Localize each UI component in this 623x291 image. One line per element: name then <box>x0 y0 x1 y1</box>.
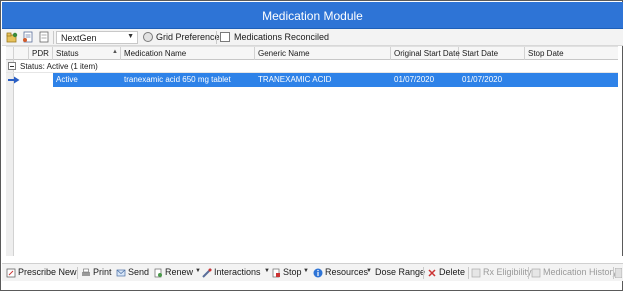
group-label: Status: Active (1 item) <box>20 62 98 71</box>
cell-medication-name: tranexamic acid 650 mg tablet <box>124 75 231 84</box>
send-icon <box>116 269 126 277</box>
selected-row-highlight: Active tranexamic acid 650 mg tablet TRA… <box>53 73 618 87</box>
medication-module-window: Medication Module NextGen ▼ Grid Prefere… <box>0 0 623 291</box>
top-toolbar: NextGen ▼ Grid Preferences Medications R… <box>2 29 623 46</box>
toolbar-separator <box>528 267 529 279</box>
source-select-value: NextGen <box>61 33 97 43</box>
row-selector-header <box>6 47 14 60</box>
group-row-status-active[interactable]: Status: Active (1 item) <box>6 60 618 73</box>
stop-button[interactable]: Stop ▼ <box>271 267 309 279</box>
action-toolbar: Prescribe New Print Send Renew ▼ Interac… <box>2 263 623 281</box>
column-header-status[interactable]: Status ▲ <box>53 47 121 60</box>
dose-range-button[interactable]: Dose Range <box>375 267 425 279</box>
gear-icon <box>143 32 153 42</box>
prescribe-new-icon <box>6 268 16 278</box>
medications-reconciled-checkbox[interactable] <box>220 32 230 42</box>
medication-history-button[interactable]: Medication History <box>531 267 617 279</box>
send-button[interactable]: Send <box>116 267 149 279</box>
sort-ascending-icon: ▲ <box>112 49 118 55</box>
chevron-down-icon: ▼ <box>195 268 201 274</box>
chevron-down-icon: ▼ <box>127 33 134 40</box>
column-header-medication-name[interactable]: Medication Name <box>121 47 255 60</box>
rx-eligibility-button[interactable]: Rx Eligibility <box>471 267 532 279</box>
grid-header: PDR Status ▲ Medication Name Generic Nam… <box>6 46 618 60</box>
printer-icon <box>82 268 90 276</box>
overflow-icon[interactable] <box>615 268 622 278</box>
resources-button[interactable]: Resources ▼ <box>313 267 372 279</box>
title-bar: Medication Module <box>2 2 623 29</box>
collapse-icon[interactable] <box>8 62 16 70</box>
renew-button[interactable]: Renew ▼ <box>153 267 201 279</box>
horizontal-scroll-area <box>2 256 623 263</box>
window-title: Medication Module <box>262 9 363 23</box>
column-header-pdr[interactable]: PDR <box>29 47 53 60</box>
chevron-down-icon: ▼ <box>264 268 270 274</box>
rx-eligibility-icon <box>471 268 481 278</box>
source-select[interactable]: NextGen ▼ <box>56 31 138 44</box>
delete-button[interactable]: Delete <box>427 267 465 279</box>
medication-history-icon <box>531 268 541 278</box>
toolbar-separator <box>423 267 424 279</box>
row-indicator <box>6 73 53 87</box>
renew-icon <box>154 268 162 278</box>
column-header-generic-name[interactable]: Generic Name <box>255 47 391 60</box>
interactions-icon <box>202 268 212 278</box>
column-header-original-start-date[interactable]: Original Start Date <box>391 47 460 60</box>
chevron-down-icon: ▼ <box>303 268 309 274</box>
delete-x-icon <box>428 269 436 277</box>
chevron-down-icon: ▼ <box>366 268 372 274</box>
column-header-start-date[interactable]: Start Date <box>459 47 525 60</box>
document-list-icon[interactable] <box>22 31 34 43</box>
cell-generic-name: TRANEXAMIC ACID <box>258 75 332 84</box>
document-icon[interactable] <box>38 31 50 43</box>
toolbar-separator <box>77 267 78 279</box>
folder-refresh-icon[interactable] <box>6 31 18 43</box>
toolbar-separator <box>613 267 614 279</box>
current-row-arrow-icon <box>8 76 20 84</box>
toolbar-separator <box>53 31 54 44</box>
cell-original-start-date: 01/07/2020 <box>394 75 435 84</box>
column-header-stop-date[interactable]: Stop Date <box>525 47 618 60</box>
cell-start-date: 01/07/2020 <box>462 75 503 84</box>
grid-preferences-label: Grid Preferences <box>156 32 225 42</box>
medications-reconciled-label: Medications Reconciled <box>234 32 330 42</box>
toolbar-separator <box>468 267 469 279</box>
info-icon <box>313 268 323 278</box>
table-row[interactable]: Active tranexamic acid 650 mg tablet TRA… <box>6 73 618 87</box>
interactions-button[interactable]: Interactions ▼ <box>202 267 272 279</box>
cell-status: Active <box>56 75 78 84</box>
column-header-checkbox[interactable] <box>14 47 29 60</box>
prescribe-new-button[interactable]: Prescribe New <box>6 267 77 279</box>
print-button[interactable]: Print <box>81 267 113 279</box>
toolbar-separator <box>216 31 217 44</box>
stop-icon <box>272 268 280 278</box>
medication-grid: Status: Active (1 item) Active tranexami… <box>6 60 618 256</box>
row-selector-column <box>6 60 14 256</box>
